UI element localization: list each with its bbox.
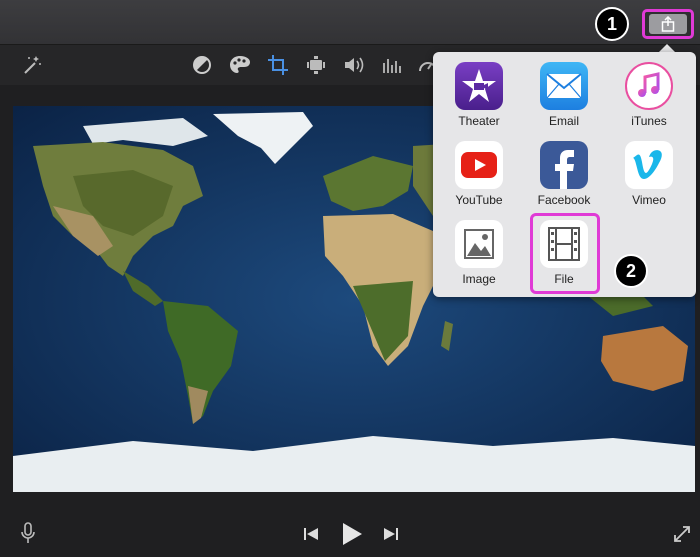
volume-icon[interactable]	[342, 53, 366, 77]
share-button[interactable]	[642, 9, 694, 39]
microphone-icon[interactable]	[16, 521, 40, 545]
music-note-icon	[625, 62, 673, 110]
share-youtube[interactable]: YouTube	[439, 141, 519, 213]
fullscreen-icon[interactable]	[670, 522, 694, 546]
share-label-vimeo: Vimeo	[632, 193, 666, 207]
skip-forward-icon[interactable]	[380, 524, 402, 544]
crop-icon[interactable]	[266, 53, 290, 77]
color-balance-icon[interactable]	[190, 53, 214, 77]
share-facebook[interactable]: Facebook	[524, 141, 604, 213]
share-theater[interactable]: Theater	[439, 62, 519, 134]
step-2-badge: 2	[614, 254, 648, 288]
share-email[interactable]: Email	[524, 62, 604, 134]
share-itunes[interactable]: iTunes	[609, 62, 689, 134]
share-label-facebook: Facebook	[537, 193, 591, 207]
theater-star-icon	[455, 62, 503, 110]
play-icon[interactable]	[338, 520, 366, 548]
popover-arrow	[659, 44, 675, 52]
magic-wand-icon[interactable]	[20, 53, 44, 77]
facebook-f-icon	[540, 141, 588, 189]
stabilization-camera-icon[interactable]	[304, 53, 328, 77]
vimeo-v-icon	[625, 141, 673, 189]
share-label-theater: Theater	[458, 114, 500, 128]
palette-icon[interactable]	[228, 53, 252, 77]
share-label-itunes: iTunes	[631, 114, 667, 128]
share-image[interactable]: Image	[439, 220, 519, 292]
equalizer-icon[interactable]	[380, 53, 404, 77]
share-label-email: Email	[548, 114, 579, 128]
share-label-image: Image	[462, 272, 496, 286]
share-icon	[661, 16, 675, 32]
share-vimeo[interactable]: Vimeo	[609, 141, 689, 213]
share-label-youtube: YouTube	[455, 193, 503, 207]
image-landscape-icon	[455, 220, 503, 268]
skip-back-icon[interactable]	[300, 524, 322, 544]
youtube-play-icon	[455, 141, 503, 189]
mail-envelope-icon	[540, 62, 588, 110]
step-1-badge: 1	[595, 7, 629, 41]
file-highlight	[530, 213, 600, 294]
